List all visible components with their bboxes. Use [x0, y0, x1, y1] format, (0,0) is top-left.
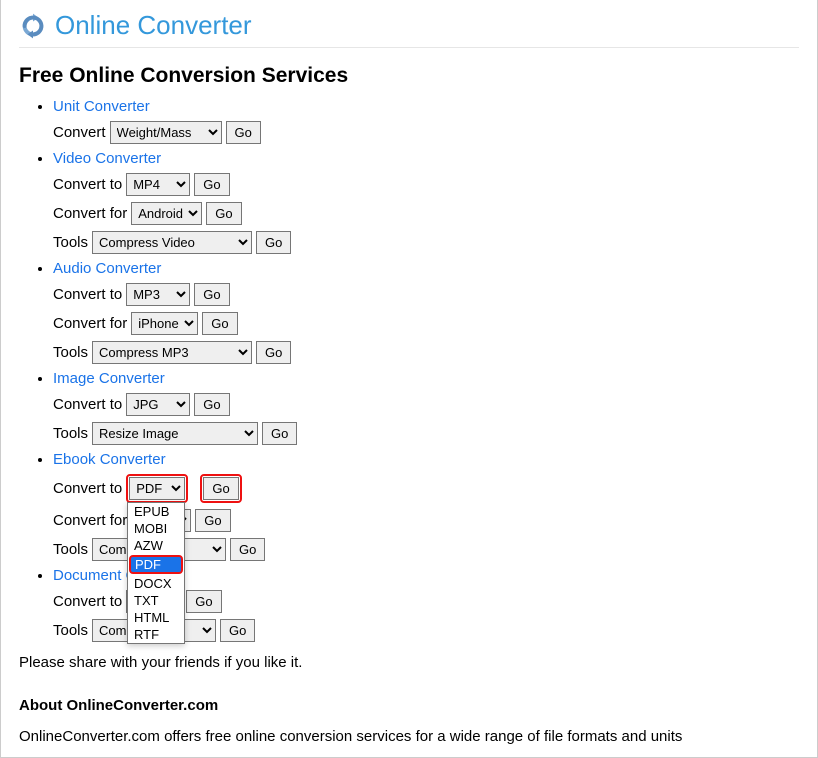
- dropdown-option-rtf[interactable]: RTF: [128, 626, 184, 643]
- audio-converter-link[interactable]: Audio Converter: [53, 260, 161, 277]
- video-converter-link[interactable]: Video Converter: [53, 150, 161, 167]
- ebook-convert-to-dropdown[interactable]: EPUB MOBI AZW PDF DOCX TXT HTML RTF: [127, 502, 185, 644]
- section-image: Image Converter Convert to JPG Go Tools …: [53, 370, 799, 445]
- audio-convert-to-go[interactable]: Go: [194, 283, 229, 306]
- audio-tools-select[interactable]: Compress MP3: [92, 341, 252, 364]
- audio-convert-for-select[interactable]: iPhone: [131, 312, 198, 335]
- dropdown-option-docx[interactable]: DOCX: [128, 575, 184, 592]
- dropdown-option-txt[interactable]: TXT: [128, 592, 184, 609]
- ebook-convert-for-go[interactable]: Go: [195, 509, 230, 532]
- ebook-tools-go[interactable]: Go: [230, 538, 265, 561]
- label-convert: Convert: [53, 124, 106, 141]
- video-convert-to-go[interactable]: Go: [194, 173, 229, 196]
- image-converter-link[interactable]: Image Converter: [53, 370, 165, 387]
- dropdown-option-epub[interactable]: EPUB: [128, 503, 184, 520]
- unit-converter-link[interactable]: Unit Converter: [53, 98, 150, 115]
- ebook-convert-to-highlight: PDF: [126, 474, 188, 503]
- label-tools: Tools: [53, 234, 88, 251]
- label-convert-for: Convert for: [53, 315, 127, 332]
- video-convert-to-select[interactable]: MP4: [126, 173, 190, 196]
- section-unit: Unit Converter Convert Weight/Mass Go: [53, 98, 799, 144]
- refresh-icon: [19, 12, 47, 40]
- dropdown-option-mobi[interactable]: MOBI: [128, 520, 184, 537]
- image-convert-to-select[interactable]: JPG: [126, 393, 190, 416]
- ebook-convert-to-go[interactable]: Go: [203, 477, 238, 500]
- share-line: Please share with your friends if you li…: [19, 654, 799, 671]
- video-convert-for-select[interactable]: Android: [131, 202, 202, 225]
- ebook-go-highlight: Go: [200, 474, 241, 503]
- sections-list: Unit Converter Convert Weight/Mass Go Vi…: [19, 98, 799, 642]
- dropdown-option-azw[interactable]: AZW: [128, 537, 184, 554]
- dropdown-option-html[interactable]: HTML: [128, 609, 184, 626]
- unit-go-button[interactable]: Go: [226, 121, 261, 144]
- document-convert-to-go[interactable]: Go: [186, 590, 221, 613]
- brand-bar: Online Converter: [19, 10, 799, 48]
- video-convert-for-go[interactable]: Go: [206, 202, 241, 225]
- audio-tools-go[interactable]: Go: [256, 341, 291, 364]
- image-convert-to-go[interactable]: Go: [194, 393, 229, 416]
- video-tools-go[interactable]: Go: [256, 231, 291, 254]
- label-convert-for: Convert for: [53, 205, 127, 222]
- about-body: OnlineConverter.com offers free online c…: [19, 728, 799, 745]
- section-ebook: Ebook Converter Convert to PDF Go: [53, 451, 799, 561]
- label-tools: Tools: [53, 425, 88, 442]
- label-tools: Tools: [53, 344, 88, 361]
- video-tools-select[interactable]: Compress Video: [92, 231, 252, 254]
- brand-name[interactable]: Online Converter: [55, 10, 252, 41]
- dropdown-option-pdf[interactable]: PDF: [129, 555, 183, 574]
- document-converter-link[interactable]: Document C: [53, 567, 136, 584]
- label-convert-to: Convert to: [53, 480, 122, 497]
- label-convert-for: Convert for: [53, 512, 127, 529]
- unit-convert-select[interactable]: Weight/Mass: [110, 121, 222, 144]
- audio-convert-to-select[interactable]: MP3: [126, 283, 190, 306]
- image-tools-go[interactable]: Go: [262, 422, 297, 445]
- ebook-convert-to-select[interactable]: PDF: [129, 477, 185, 500]
- section-audio: Audio Converter Convert to MP3 Go Conver…: [53, 260, 799, 364]
- document-tools-go[interactable]: Go: [220, 619, 255, 642]
- label-convert-to: Convert to: [53, 286, 122, 303]
- page: Online Converter Free Online Conversion …: [0, 0, 818, 758]
- label-tools: Tools: [53, 622, 88, 639]
- image-tools-select[interactable]: Resize Image: [92, 422, 258, 445]
- label-tools: Tools: [53, 541, 88, 558]
- label-convert-to: Convert to: [53, 396, 122, 413]
- label-convert-to: Convert to: [53, 593, 122, 610]
- ebook-converter-link[interactable]: Ebook Converter: [53, 451, 166, 468]
- audio-convert-for-go[interactable]: Go: [202, 312, 237, 335]
- about-title: About OnlineConverter.com: [19, 697, 799, 714]
- label-convert-to: Convert to: [53, 176, 122, 193]
- section-video: Video Converter Convert to MP4 Go Conver…: [53, 150, 799, 254]
- page-title: Free Online Conversion Services: [19, 64, 799, 88]
